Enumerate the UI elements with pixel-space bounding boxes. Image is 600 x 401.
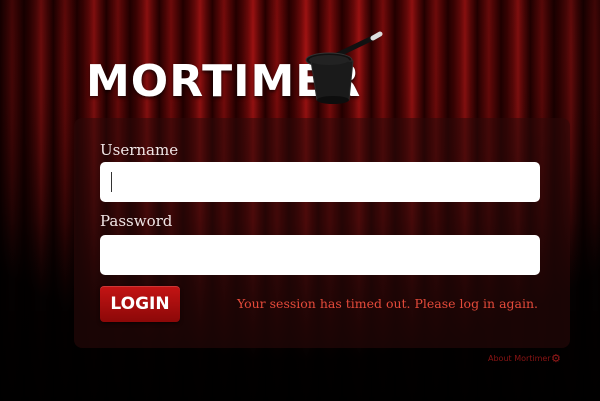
about-link[interactable]: About Mortimer: [488, 354, 551, 363]
gear-icon[interactable]: ⚙: [551, 353, 561, 364]
username-input[interactable]: [100, 162, 540, 202]
magic-hat-icon: [305, 31, 383, 104]
text-caret: [111, 172, 112, 192]
password-input[interactable]: [100, 235, 540, 275]
username-label: Username: [100, 141, 179, 159]
session-timeout-message: Your session has timed out. Please log i…: [236, 296, 538, 311]
login-button[interactable]: LOGIN: [100, 286, 180, 322]
password-label: Password: [100, 212, 173, 230]
